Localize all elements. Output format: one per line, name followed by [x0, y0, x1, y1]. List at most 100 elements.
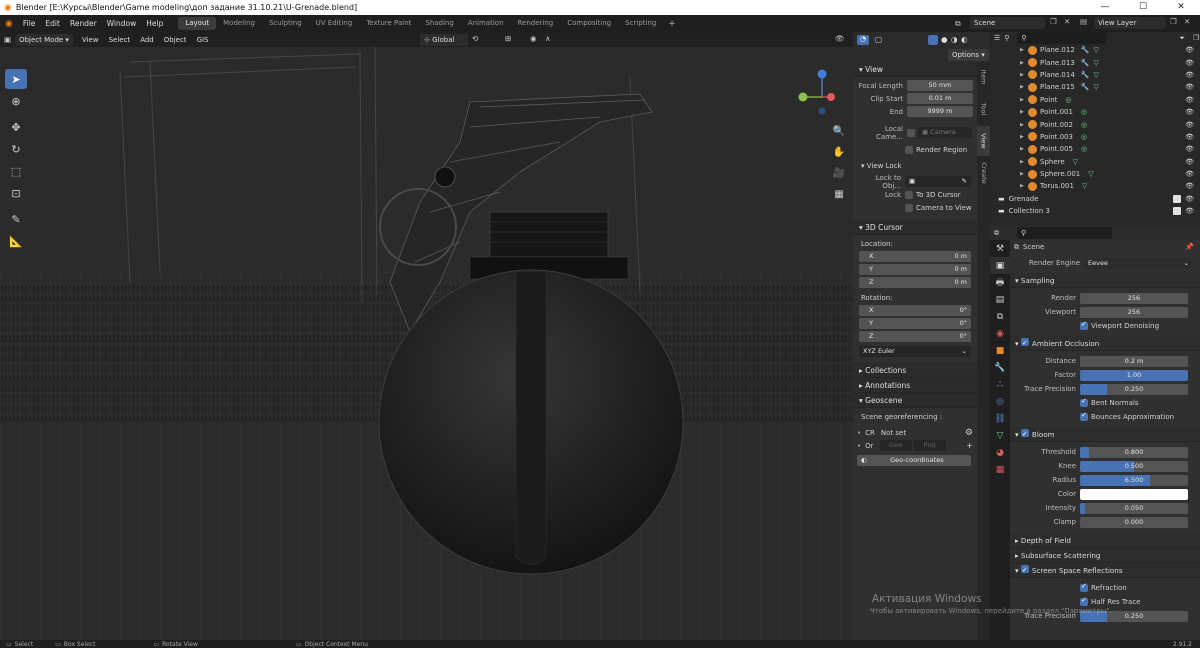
rotate-tool-icon[interactable]: ↻	[5, 139, 27, 159]
camera-field[interactable]: ▣ Camera	[918, 127, 972, 138]
camera-to-view-checkbox[interactable]	[905, 203, 913, 212]
cursor-rotation-x[interactable]: X 0°	[859, 305, 971, 316]
focal-length-field[interactable]: 50 mm	[907, 80, 973, 91]
expand-arrow-icon[interactable]: ▶	[1020, 183, 1028, 189]
perspective-grid-icon[interactable]: ▦	[832, 187, 846, 201]
menu-object[interactable]: Object	[159, 36, 192, 44]
visibility-eye-icon[interactable]: 👁	[1185, 170, 1194, 178]
3d-viewport[interactable]: ▣ Object Mode ▾ View Select Add Object G…	[0, 32, 853, 640]
xray-icon[interactable]: ▢	[875, 35, 882, 44]
radius-slider[interactable]: 6.500	[1080, 474, 1188, 486]
scene-tab-icon[interactable]: ⧉	[990, 308, 1010, 325]
expand-arrow-icon[interactable]: ▶	[1020, 72, 1028, 78]
knee-slider[interactable]: 0.500	[1080, 460, 1188, 472]
visibility-eye-icon[interactable]: 👁	[1185, 59, 1194, 67]
expand-arrow-icon[interactable]: ▶	[1020, 146, 1028, 152]
mesh-data-icon[interactable]: ▽	[1094, 46, 1099, 54]
texture-tab-icon[interactable]: ▦	[990, 461, 1010, 478]
add-workspace-icon[interactable]: +	[663, 19, 681, 29]
visibility-eye-icon[interactable]: 👁	[1185, 158, 1194, 166]
outliner-collection[interactable]: ▬ Grenade 👁	[998, 193, 1200, 205]
pin-icon[interactable]: 📌	[1185, 243, 1194, 251]
collections-panel-header[interactable]: ▸ Collections	[853, 363, 977, 378]
visibility-eye-icon[interactable]: 👁	[1185, 71, 1194, 79]
ambient-occlusion-checkbox[interactable]	[1020, 336, 1029, 351]
add-crs-icon[interactable]: +	[966, 441, 973, 450]
outliner-item[interactable]: ▶ Plane.013 🔧 ▽ 👁	[1020, 56, 1200, 68]
expand-arrow-icon[interactable]: ▶	[1020, 47, 1028, 53]
factor-slider[interactable]: 1.00	[1080, 369, 1188, 381]
bloom-panel-header[interactable]: ▾ Bloom	[1010, 427, 1200, 442]
ambient-occlusion-panel-header[interactable]: ▾ Ambient Occlusion	[1010, 336, 1200, 351]
zoom-icon[interactable]: 🔍	[832, 124, 846, 138]
modifier-icon[interactable]: 🔧	[1081, 71, 1090, 79]
expand-arrow-icon[interactable]: ▶	[1020, 134, 1028, 140]
outliner-item[interactable]: ▶ Sphere.001 ▽ 👁	[1020, 168, 1200, 180]
expand-arrow-icon[interactable]: ▶	[1020, 84, 1028, 90]
view-object-types-icon[interactable]: 👁	[835, 34, 845, 43]
wireframe-shading-icon[interactable]	[928, 35, 938, 45]
modifier-icon[interactable]: 🔧	[1081, 83, 1090, 91]
blender-menu-icon[interactable]: ◉	[0, 19, 18, 29]
properties-search-input[interactable]: ⚲	[1017, 227, 1112, 239]
modifier-icon[interactable]: 🔧	[1081, 59, 1090, 67]
outliner-item[interactable]: ▶ Plane.012 🔧 ▽ 👁	[1020, 44, 1200, 56]
visibility-eye-icon[interactable]: 👁	[1185, 96, 1194, 104]
visibility-eye-icon[interactable]: 👁	[1185, 195, 1194, 203]
measure-tool-icon[interactable]: 📐	[5, 231, 27, 251]
mesh-data-icon[interactable]: ▽	[1073, 158, 1078, 166]
render-region-checkbox[interactable]	[905, 145, 913, 154]
outliner-item[interactable]: ▶ Point.003 ◎ 👁	[1020, 131, 1200, 143]
collection-exclude-checkbox[interactable]	[1173, 194, 1181, 203]
tab-tool[interactable]: Tool	[977, 94, 990, 124]
view-layer-field[interactable]: View Layer	[1094, 17, 1166, 29]
viewport-denoising-checkbox[interactable]	[1080, 320, 1088, 330]
visibility-eye-icon[interactable]: 👁	[1185, 121, 1194, 129]
transform-tool-icon[interactable]: ⊡	[5, 183, 27, 203]
outliner-collection[interactable]: ▬ Collection 3 👁	[998, 205, 1200, 217]
scene-close-icon[interactable]: ✕	[1064, 17, 1070, 26]
pan-hand-icon[interactable]: ✋	[832, 145, 846, 159]
local-camera-checkbox[interactable]	[907, 128, 915, 137]
scale-tool-icon[interactable]: ⬚	[5, 161, 27, 181]
cursor-location-y[interactable]: Y 0 m	[859, 264, 971, 275]
mesh-data-icon[interactable]: ▽	[1088, 170, 1093, 178]
render-samples-field[interactable]: 256	[1080, 292, 1188, 304]
falloff-icon[interactable]: ∧	[545, 34, 551, 43]
move-tool-icon[interactable]: ✥	[5, 117, 27, 137]
tab-shading[interactable]: Shading	[418, 17, 460, 30]
cursor-location-z[interactable]: Z 0 m	[859, 277, 971, 288]
cursor-rotation-y[interactable]: Y 0°	[859, 318, 971, 329]
menu-render[interactable]: Render	[65, 19, 102, 28]
mesh-data-icon[interactable]: ▽	[1094, 83, 1099, 91]
menu-add[interactable]: Add	[135, 36, 159, 44]
tab-item[interactable]: Item	[977, 62, 990, 92]
bounces-approximation-checkbox[interactable]	[1080, 411, 1088, 421]
menu-file[interactable]: File	[18, 19, 41, 28]
pivot-icon[interactable]: ⟲	[472, 34, 478, 43]
camera-view-icon[interactable]: 🎥	[832, 166, 846, 180]
mesh-data-icon[interactable]: ▽	[1094, 59, 1099, 67]
menu-help[interactable]: Help	[141, 19, 168, 28]
physics-tab-icon[interactable]: ◎	[990, 393, 1010, 410]
view-lock-header[interactable]: ▾ View Lock	[853, 160, 977, 173]
3d-cursor-panel-header[interactable]: ▾ 3D Cursor	[853, 220, 977, 235]
outliner-item[interactable]: ▶ Torus.001 ▽ 👁	[1020, 180, 1200, 192]
clip-end-field[interactable]: 9999 m	[907, 106, 973, 117]
expand-arrow-icon[interactable]: ▶	[1020, 122, 1028, 128]
rendered-shading-icon[interactable]: ◐	[961, 35, 968, 44]
select-box-tool-icon[interactable]: ➤	[5, 69, 27, 89]
light-data-icon[interactable]: ◎	[1081, 133, 1087, 141]
mesh-data-icon[interactable]: ▽	[1094, 71, 1099, 79]
trace-precision-slider[interactable]: 0.250	[1080, 383, 1188, 395]
expand-arrow-icon[interactable]: ▶	[1020, 109, 1028, 115]
display-mode-icon[interactable]: ⚲	[1004, 34, 1009, 42]
outliner-item[interactable]: ▶ Point.002 ◎ 👁	[1020, 118, 1200, 130]
ssr-panel-header[interactable]: ▾ Screen Space Reflections	[1010, 563, 1200, 578]
view-layer-duplicate-icon[interactable]: ❐	[1170, 17, 1177, 26]
tab-scripting[interactable]: Scripting	[618, 17, 663, 30]
tab-layout[interactable]: Layout	[178, 17, 217, 30]
object-mode-dropdown[interactable]: Object Mode ▾	[15, 33, 73, 46]
threshold-slider[interactable]: 0.800	[1080, 446, 1188, 458]
options-dropdown[interactable]: Options ▾	[948, 49, 989, 61]
